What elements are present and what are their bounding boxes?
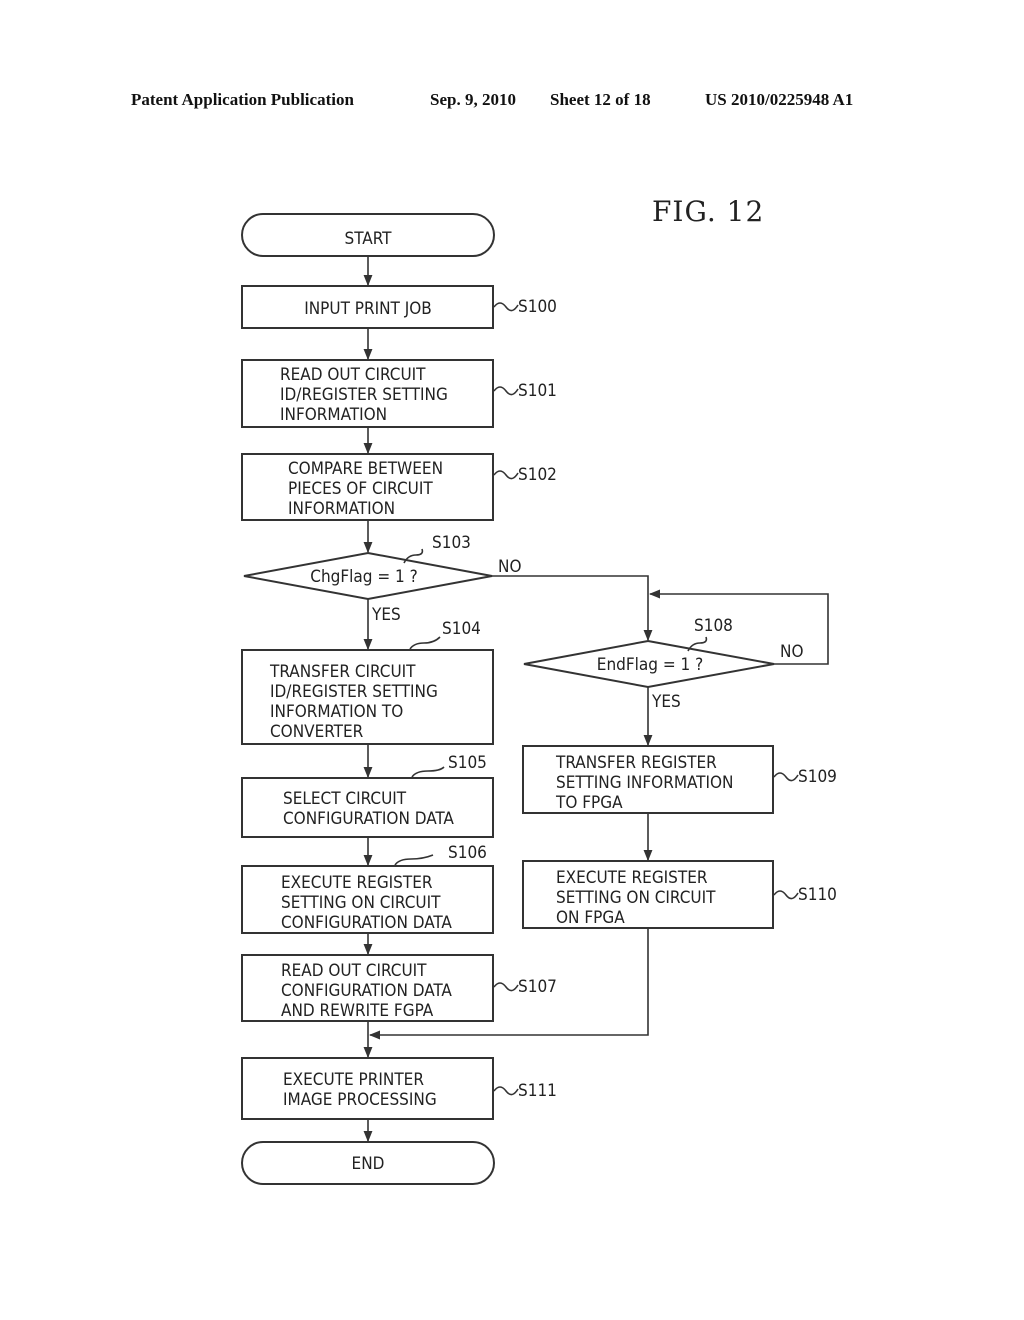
s108-no-label: NO (780, 642, 803, 662)
step-s104-id: S104 (442, 619, 481, 639)
step-s104-line4: CONVERTER (270, 722, 364, 742)
step-s109-line2: SETTING INFORMATION (556, 773, 733, 793)
step-s105-id: S105 (448, 753, 487, 773)
s101-leader (493, 386, 519, 396)
step-s104-line1: TRANSFER CIRCUIT (269, 662, 416, 682)
flowchart: START INPUT PRINT JOB S100 READ OUT CIRC… (241, 213, 837, 1185)
step-s101-id: S101 (518, 381, 557, 401)
step-s109-line1: TRANSFER REGISTER (555, 753, 717, 773)
s103-yes-label: YES (371, 605, 401, 625)
s106-leader (394, 854, 434, 866)
step-s106-line3: CONFIGURATION DATA (281, 913, 452, 933)
step-s101-line3: INFORMATION (280, 405, 387, 425)
step-s111-line1: EXECUTE PRINTER (283, 1070, 424, 1090)
step-s101-line2: ID/REGISTER SETTING (280, 385, 448, 405)
end-label: END (352, 1154, 385, 1174)
step-s102-line3: INFORMATION (288, 499, 395, 519)
s104-leader (409, 636, 441, 650)
step-s109-line3: TO FPGA (555, 793, 623, 813)
decision-s108-id: S108 (694, 616, 733, 636)
step-s106-line1: EXECUTE REGISTER (281, 873, 433, 893)
s108-yes-label: YES (651, 692, 681, 712)
s111-leader (493, 1086, 519, 1096)
s109-leader (773, 772, 799, 782)
step-s101-line1: READ OUT CIRCUIT (280, 365, 426, 385)
decision-s103-text: ChgFlag = 1 ? (310, 567, 417, 587)
step-s107-id: S107 (518, 977, 557, 997)
arrow-s103-no-s108 (492, 575, 653, 642)
step-s111-line2: IMAGE PROCESSING (283, 1090, 437, 1110)
s100-leader (493, 302, 519, 312)
step-s104-line3: INFORMATION TO (270, 702, 403, 722)
s110-leader (773, 890, 799, 900)
step-s105-line1: SELECT CIRCUIT (283, 789, 407, 809)
step-s100-text: INPUT PRINT JOB (304, 299, 432, 319)
step-s107-line3: AND REWRITE FGPA (281, 1001, 434, 1021)
step-s102-line2: PIECES OF CIRCUIT (288, 479, 433, 499)
step-s111-id: S111 (518, 1081, 557, 1101)
step-s110-id: S110 (798, 885, 837, 905)
step-s110-line3: ON FPGA (556, 908, 625, 928)
step-s102-id: S102 (518, 465, 557, 485)
decision-s108-text: EndFlag = 1 ? (597, 655, 703, 675)
step-s107-line2: CONFIGURATION DATA (281, 981, 452, 1001)
s103-no-label: NO (498, 557, 521, 577)
decision-s103-id: S103 (432, 533, 471, 553)
step-s105-line2: CONFIGURATION DATA (283, 809, 454, 829)
step-s106-line2: SETTING ON CIRCUIT (281, 893, 441, 913)
step-s110-line2: SETTING ON CIRCUIT (556, 888, 716, 908)
start-label: START (345, 229, 393, 249)
step-s107-line1: READ OUT CIRCUIT (281, 961, 427, 981)
step-s100-id: S100 (518, 297, 557, 317)
step-s110-line1: EXECUTE REGISTER (556, 868, 708, 888)
s102-leader (493, 470, 519, 480)
step-s109-id: S109 (798, 767, 837, 787)
s105-leader (411, 766, 445, 778)
step-s106-id: S106 (448, 843, 487, 863)
step-s102-line1: COMPARE BETWEEN (288, 459, 443, 479)
step-s104-line2: ID/REGISTER SETTING (270, 682, 438, 702)
s107-leader (493, 982, 519, 992)
